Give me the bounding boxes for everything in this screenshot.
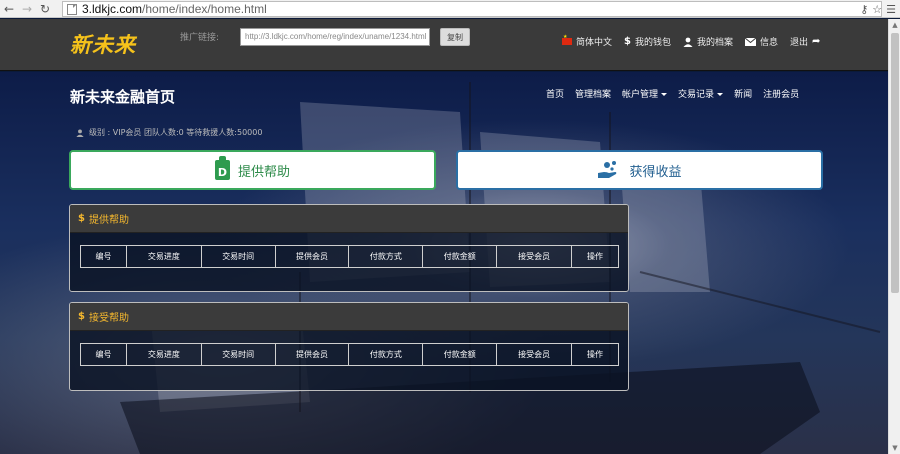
- provide-help-button[interactable]: D 提供帮助: [69, 150, 436, 190]
- member-info: 级别 : VIP会员 团队人数:0 等待救援人数:50000: [76, 127, 262, 138]
- column-header: 操作: [571, 343, 619, 366]
- wallet-label: 我的钱包: [634, 38, 671, 48]
- star-icon[interactable]: ☆: [872, 3, 882, 16]
- column-header: 付款金额: [422, 245, 498, 268]
- language-label: 简体中文: [576, 38, 613, 48]
- get-earnings-button[interactable]: 获得收益: [456, 150, 823, 190]
- nav-transaction-records[interactable]: 交易记录: [678, 87, 724, 100]
- site-logo[interactable]: 新未来: [70, 29, 136, 59]
- nav-register-member[interactable]: 注册会员: [763, 87, 799, 100]
- top-links: 简体中文 $ 我的钱包 我的档案 信息 退出 ➦: [562, 34, 820, 48]
- user-icon: [76, 128, 84, 137]
- address-bar[interactable]: 3.ldkjc.com /home/index/home.html: [62, 1, 882, 17]
- nav-account-label: 帐户管理: [622, 90, 659, 100]
- page-icon: [67, 3, 77, 15]
- promo-link-input[interactable]: http://3.ldkjc.com/home/reg/index/uname/…: [240, 28, 430, 46]
- dollar-icon: $: [78, 213, 85, 224]
- nav-home[interactable]: 首页: [546, 87, 564, 100]
- get-earnings-label: 获得收益: [629, 164, 682, 180]
- nav-account-management[interactable]: 帐户管理: [622, 87, 668, 100]
- d-jar-icon: D: [214, 156, 230, 180]
- column-header: 交易时间: [200, 245, 276, 268]
- column-header: 操作: [571, 245, 619, 268]
- panel-title: 提供帮助: [88, 215, 129, 226]
- url-host: 3.ldkjc.com: [82, 2, 143, 16]
- wallet-link[interactable]: $ 我的钱包: [624, 35, 671, 48]
- reload-icon[interactable]: ↻: [36, 0, 54, 18]
- column-header: 付款方式: [348, 245, 424, 268]
- receive-help-panel: $ 接受帮助 编号 交易进度 交易时间 提供会员 付款方式 付款金额 接受会员 …: [69, 302, 629, 391]
- caret-down-icon: [661, 93, 668, 96]
- column-header: 交易进度: [125, 343, 202, 366]
- messages-label: 信息: [760, 38, 779, 48]
- column-header: 提供会员: [274, 245, 350, 268]
- share-arrow-icon: ➦: [812, 36, 821, 47]
- panel-header: $ 提供帮助: [70, 205, 628, 233]
- logout-label: 退出: [790, 38, 809, 48]
- menu-icon[interactable]: ☰: [886, 3, 896, 16]
- panel-header: $ 接受帮助: [70, 303, 628, 331]
- column-header: 提供会员: [274, 343, 350, 366]
- column-header: 交易进度: [125, 245, 202, 268]
- column-header: 编号: [80, 343, 127, 366]
- copy-button[interactable]: 复制: [440, 28, 470, 46]
- panel-title: 接受帮助: [88, 313, 129, 324]
- receive-help-table: 编号 交易进度 交易时间 提供会员 付款方式 付款金额 接受会员 操作: [80, 343, 619, 366]
- envelope-icon: [745, 37, 757, 46]
- column-header: 编号: [80, 245, 127, 268]
- profile-link[interactable]: 我的档案: [683, 35, 733, 48]
- provide-help-table: 编号 交易进度 交易时间 提供会员 付款方式 付款金额 接受会员 操作: [80, 245, 619, 268]
- site-header: 新未来 推广链接: http://3.ldkjc.com/home/reg/in…: [0, 19, 888, 71]
- hand-coins-icon: [598, 161, 617, 178]
- promo-label: 推广链接:: [180, 33, 220, 43]
- key-icon[interactable]: ⚷: [860, 3, 868, 16]
- browser-toolbar: ← → ↻ 3.ldkjc.com /home/index/home.html …: [0, 0, 900, 18]
- user-icon: [683, 37, 693, 47]
- page-scrollbar[interactable]: ▲ ▼: [888, 19, 900, 454]
- logout-link[interactable]: 退出 ➦: [790, 35, 820, 48]
- profile-label: 我的档案: [697, 38, 734, 48]
- main-nav: 首页 管理档案 帐户管理 交易记录 新闻 注册会员: [546, 87, 799, 100]
- dollar-icon: $: [624, 36, 631, 47]
- url-path: /home/index/home.html: [142, 2, 267, 16]
- language-link[interactable]: 简体中文: [562, 34, 613, 48]
- caret-down-icon: [717, 93, 724, 96]
- messages-link[interactable]: 信息: [745, 35, 778, 48]
- forward-arrow-icon[interactable]: →: [18, 0, 36, 18]
- column-header: 付款金额: [422, 343, 498, 366]
- back-arrow-icon[interactable]: ←: [0, 0, 18, 18]
- column-header: 交易时间: [200, 343, 276, 366]
- dollar-icon: $: [78, 311, 85, 322]
- provide-help-panel: $ 提供帮助 编号 交易进度 交易时间 提供会员 付款方式 付款金额 接受会员 …: [69, 204, 629, 292]
- provide-help-label: 提供帮助: [237, 164, 290, 180]
- column-header: 付款方式: [348, 343, 424, 366]
- scroll-thumb[interactable]: [891, 33, 899, 293]
- column-header: 接受会员: [496, 245, 573, 268]
- nav-profile-management[interactable]: 管理档案: [575, 87, 611, 100]
- column-header: 接受会员: [496, 343, 573, 366]
- nav-news[interactable]: 新闻: [734, 87, 752, 100]
- scroll-down-icon[interactable]: ▼: [889, 442, 900, 454]
- nav-records-label: 交易记录: [678, 90, 715, 100]
- china-flag-icon: [562, 34, 572, 45]
- scroll-up-icon[interactable]: ▲: [889, 19, 900, 31]
- member-info-text: 级别 : VIP会员 团队人数:0 等待救援人数:50000: [89, 128, 263, 137]
- page-title: 新未来金融首页: [70, 88, 176, 106]
